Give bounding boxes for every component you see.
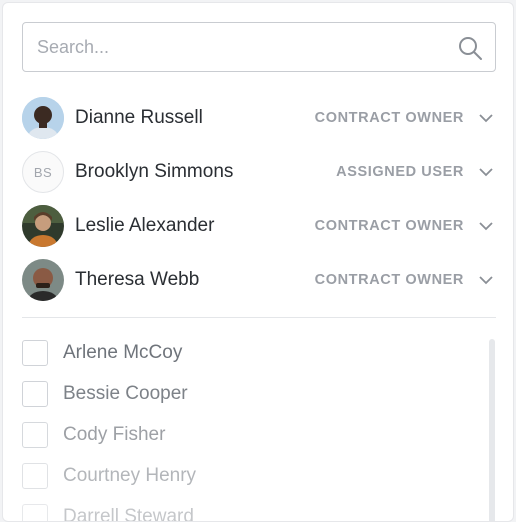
scrollbar[interactable] xyxy=(489,339,495,522)
list-item[interactable]: Cody Fisher xyxy=(22,414,472,455)
checkbox[interactable] xyxy=(22,381,48,407)
user-picker-panel: Dianne Russell CONTRACT OWNER BS Brookly… xyxy=(2,2,514,522)
role-label[interactable]: ASSIGNED USER xyxy=(336,164,464,180)
user-name: Leslie Alexander xyxy=(75,215,315,237)
search-icon[interactable] xyxy=(457,35,483,61)
checkbox[interactable] xyxy=(22,340,48,366)
list-item-label: Arlene McCoy xyxy=(63,342,182,364)
list-item[interactable]: Courtney Henry xyxy=(22,455,472,496)
role-label[interactable]: CONTRACT OWNER xyxy=(315,110,464,126)
user-name: Brooklyn Simmons xyxy=(75,161,336,183)
assigned-user-row[interactable]: Dianne Russell CONTRACT OWNER xyxy=(22,91,496,145)
divider xyxy=(22,317,496,318)
user-name: Theresa Webb xyxy=(75,269,315,291)
list-item[interactable]: Bessie Cooper xyxy=(22,373,472,414)
avatar-initials: BS xyxy=(22,151,64,193)
list-item-label: Bessie Cooper xyxy=(63,383,188,405)
search-input[interactable] xyxy=(37,23,437,71)
chevron-down-icon[interactable] xyxy=(478,218,494,234)
assigned-user-row[interactable]: Leslie Alexander CONTRACT OWNER xyxy=(22,199,496,253)
assigned-users-list: Dianne Russell CONTRACT OWNER BS Brookly… xyxy=(22,91,496,307)
search-box[interactable] xyxy=(22,22,496,72)
role-label[interactable]: CONTRACT OWNER xyxy=(315,218,464,234)
avatar xyxy=(22,97,64,139)
list-item[interactable]: Arlene McCoy xyxy=(22,332,472,373)
role-label[interactable]: CONTRACT OWNER xyxy=(315,272,464,288)
list-item-label: Courtney Henry xyxy=(63,465,196,487)
checkbox[interactable] xyxy=(22,422,48,448)
checkbox[interactable] xyxy=(22,504,48,522)
avatar xyxy=(22,259,64,301)
list-item[interactable]: Darrell Steward xyxy=(22,496,472,522)
assigned-user-row[interactable]: Theresa Webb CONTRACT OWNER xyxy=(22,253,496,307)
chevron-down-icon[interactable] xyxy=(478,164,494,180)
assigned-user-row[interactable]: BS Brooklyn Simmons ASSIGNED USER xyxy=(22,145,496,199)
list-item-label: Darrell Steward xyxy=(63,506,194,522)
list-item-label: Cody Fisher xyxy=(63,424,165,446)
chevron-down-icon[interactable] xyxy=(478,272,494,288)
checkbox[interactable] xyxy=(22,463,48,489)
chevron-down-icon[interactable] xyxy=(478,110,494,126)
avatar xyxy=(22,205,64,247)
candidate-list: Arlene McCoy Bessie Cooper Cody Fisher C… xyxy=(22,332,472,522)
user-name: Dianne Russell xyxy=(75,107,315,129)
